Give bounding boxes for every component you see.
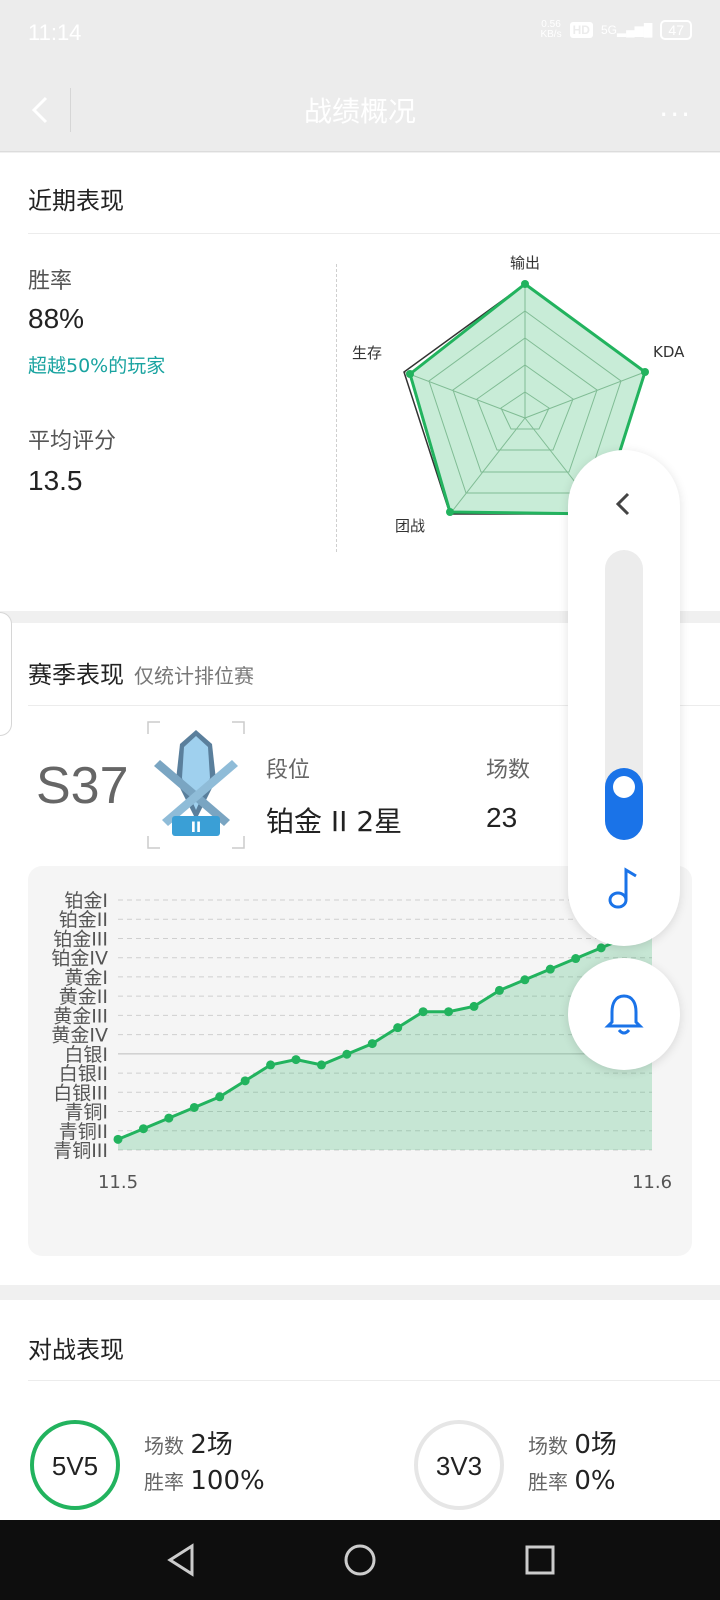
season-subtitle: 仅统计排位赛 bbox=[134, 664, 254, 688]
data-point bbox=[418, 1007, 428, 1017]
data-point bbox=[189, 1102, 199, 1112]
data-point bbox=[520, 975, 530, 985]
data-point bbox=[367, 1039, 377, 1049]
games-value: 23 bbox=[486, 802, 518, 833]
radar-point bbox=[641, 368, 649, 376]
more-icon[interactable]: ··· bbox=[659, 98, 692, 131]
mode-3v3-ring[interactable]: 3V3 bbox=[414, 1420, 504, 1510]
page-title: 战绩概况 bbox=[303, 95, 416, 128]
radar-axis-label: 生存 bbox=[352, 344, 382, 362]
data-point bbox=[596, 943, 606, 953]
radar-point bbox=[406, 370, 414, 378]
status-icons: 0.56 KB/s HD 5G▂▄▆█ 47 bbox=[540, 20, 692, 40]
mode-3v3-winrate: 胜率 0% bbox=[528, 1466, 616, 1496]
data-point bbox=[494, 985, 504, 995]
mode-5v5-winrate: 胜率 100% bbox=[144, 1466, 265, 1496]
rank-label: 段位 bbox=[266, 758, 311, 783]
system-nav-bar bbox=[0, 1520, 720, 1600]
data-point bbox=[342, 1049, 352, 1059]
section-divider bbox=[28, 233, 720, 234]
notification-bell-button[interactable] bbox=[568, 958, 680, 1070]
y-tick-label: 青铜III bbox=[53, 1140, 108, 1162]
season-title: 赛季表现 仅统计排位赛 bbox=[28, 661, 254, 689]
x-tick-label: 11.6 bbox=[632, 1172, 672, 1193]
hd-icon: HD bbox=[569, 22, 593, 38]
status-bar: 11:14 0.56 KB/s HD 5G▂▄▆█ 47 bbox=[0, 0, 720, 68]
mode-5v5-ring[interactable]: 5V5 bbox=[30, 1420, 120, 1510]
nav-back-icon[interactable] bbox=[164, 1542, 200, 1578]
battle-title: 对战表现 bbox=[28, 1336, 124, 1364]
floating-control-panel bbox=[568, 450, 680, 946]
data-point bbox=[215, 1092, 225, 1102]
bell-icon bbox=[604, 994, 644, 1035]
radar-point bbox=[446, 508, 454, 516]
win-rate-note: 超越50%的玩家 bbox=[28, 355, 166, 377]
status-time: 11:14 bbox=[28, 20, 82, 45]
signal-icon: 5G▂▄▆█ bbox=[600, 23, 653, 37]
games-label: 场数 bbox=[486, 758, 531, 783]
section-divider bbox=[28, 1380, 720, 1381]
data-point bbox=[469, 1001, 479, 1011]
data-point bbox=[316, 1060, 326, 1070]
emblem-numeral: II bbox=[191, 820, 201, 836]
x-tick-label: 11.5 bbox=[98, 1172, 138, 1193]
recent-title: 近期表现 bbox=[28, 187, 124, 215]
data-point bbox=[393, 1023, 403, 1033]
title-bar: 战绩概况 ··· bbox=[0, 68, 720, 152]
data-point bbox=[240, 1076, 250, 1086]
data-point bbox=[571, 954, 581, 964]
win-rate-label: 胜率 bbox=[28, 269, 73, 294]
radar-axis-label: 团战 bbox=[395, 517, 425, 535]
vertical-divider bbox=[336, 264, 337, 552]
net-speed: 0.56 KB/s bbox=[540, 19, 562, 40]
win-rate-value: 88% bbox=[28, 303, 85, 334]
data-point bbox=[291, 1055, 301, 1065]
radar-point bbox=[521, 280, 529, 288]
avg-score-label: 平均评分 bbox=[28, 429, 117, 454]
mode-5v5-games: 场数 2场 bbox=[144, 1430, 233, 1460]
nav-home-icon[interactable] bbox=[342, 1542, 378, 1578]
data-point bbox=[545, 964, 555, 974]
rank-emblem-icon: II bbox=[147, 721, 245, 849]
slider-dot bbox=[613, 776, 635, 798]
season-code: S37 bbox=[36, 757, 129, 815]
music-note-icon[interactable] bbox=[604, 864, 644, 910]
nav-recents-icon[interactable] bbox=[522, 1542, 558, 1578]
data-point bbox=[444, 1007, 454, 1017]
collapse-chevron-icon[interactable] bbox=[608, 488, 640, 520]
avg-score-value: 13.5 bbox=[28, 465, 83, 496]
rank-value: 铂金 II 2星 bbox=[266, 805, 403, 838]
radar-axis-label: KDA bbox=[653, 343, 685, 361]
data-point bbox=[113, 1134, 123, 1144]
battery-icon: 47 bbox=[660, 20, 692, 40]
side-edge-tab[interactable] bbox=[0, 612, 12, 736]
radar-axis-label: 输出 bbox=[510, 254, 540, 272]
data-point bbox=[266, 1060, 276, 1070]
mode-3v3-games: 场数 0场 bbox=[528, 1430, 617, 1460]
data-point bbox=[138, 1124, 148, 1134]
data-point bbox=[164, 1113, 174, 1123]
